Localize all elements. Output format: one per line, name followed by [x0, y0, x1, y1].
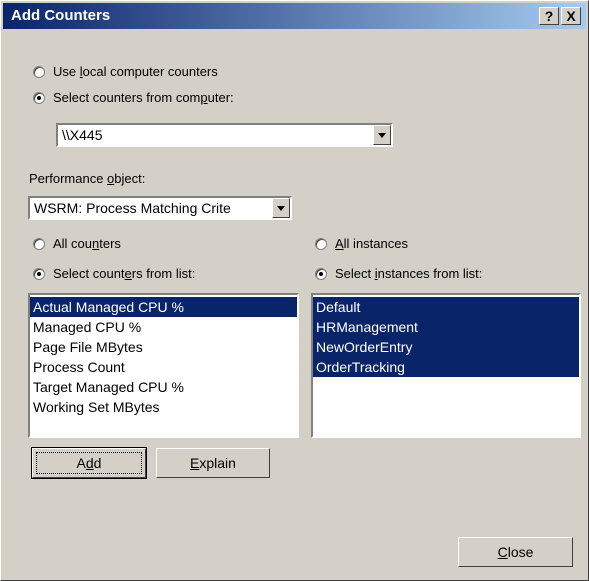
instances-listbox[interactable]: Default HRManagement NewOrderEntry OrderTra…: [311, 293, 581, 438]
add-button[interactable]: Add: [31, 447, 147, 479]
add-counters-dialog: Add Counters ? X Use local computer coun…: [0, 0, 589, 581]
radio-dot-select-counters[interactable]: [33, 267, 45, 280]
performance-object-value: WSRM: Process Matching Crite: [34, 200, 231, 216]
radio-dot-all-counters[interactable]: [33, 237, 45, 250]
explain-button-label: Explain: [190, 455, 236, 471]
instance-list-item[interactable]: HRManagement: [313, 317, 579, 337]
radio-dot-select-computer[interactable]: [33, 91, 45, 104]
radio-select-computer[interactable]: Select counters from computer:: [33, 90, 234, 105]
radio-select-counters-label: Select counters from list:: [53, 266, 196, 281]
counter-list-item[interactable]: Page File MBytes: [30, 337, 297, 357]
instance-list-item[interactable]: Default: [313, 297, 579, 317]
counter-list-item[interactable]: Managed CPU %: [30, 317, 297, 337]
radio-dot-select-instances[interactable]: [315, 267, 327, 280]
radio-dot-all-instances[interactable]: [315, 237, 327, 250]
close-button[interactable]: Close: [458, 537, 573, 567]
counter-list-item[interactable]: Process Count: [30, 357, 297, 377]
chevron-down-icon[interactable]: [272, 198, 290, 218]
radio-select-computer-label: Select counters from computer:: [53, 90, 234, 105]
instance-list-item[interactable]: OrderTracking: [313, 357, 579, 377]
radio-select-instances-label: Select instances from list:: [335, 266, 483, 281]
explain-button[interactable]: Explain: [156, 448, 270, 478]
radio-select-counters[interactable]: Select counters from list:: [33, 266, 195, 281]
counter-list-item[interactable]: Working Set MBytes: [30, 397, 297, 417]
counter-list-item[interactable]: Actual Managed CPU %: [30, 297, 297, 317]
computer-value: \\X445: [62, 127, 103, 143]
radio-all-counters[interactable]: All counters: [33, 236, 121, 251]
radio-all-instances-label: All instances: [335, 236, 408, 251]
radio-all-counters-label: All counters: [53, 236, 121, 251]
instance-list-item[interactable]: NewOrderEntry: [313, 337, 579, 357]
title-bar[interactable]: Add Counters ? X: [3, 3, 586, 29]
focus-rectangle: [36, 452, 142, 474]
computer-combobox[interactable]: \\X445: [56, 123, 393, 147]
radio-select-instances[interactable]: Select instances from list:: [315, 266, 482, 281]
dialog-title: Add Counters: [11, 7, 111, 24]
counter-list-item[interactable]: Target Managed CPU %: [30, 377, 297, 397]
performance-object-label: Performance object:: [29, 171, 146, 186]
radio-all-instances[interactable]: All instances: [315, 236, 408, 251]
counters-listbox[interactable]: Actual Managed CPU % Managed CPU % Page Fi…: [28, 293, 299, 438]
radio-dot-local[interactable]: [33, 65, 45, 78]
radio-local-computer[interactable]: Use local computer counters: [33, 64, 218, 79]
close-icon[interactable]: X: [561, 7, 581, 25]
radio-local-label: Use local computer counters: [53, 64, 218, 79]
performance-object-combobox[interactable]: WSRM: Process Matching Crite: [28, 196, 292, 220]
chevron-down-icon[interactable]: [373, 125, 391, 145]
help-button[interactable]: ?: [539, 7, 559, 25]
close-button-label: Close: [497, 544, 534, 560]
